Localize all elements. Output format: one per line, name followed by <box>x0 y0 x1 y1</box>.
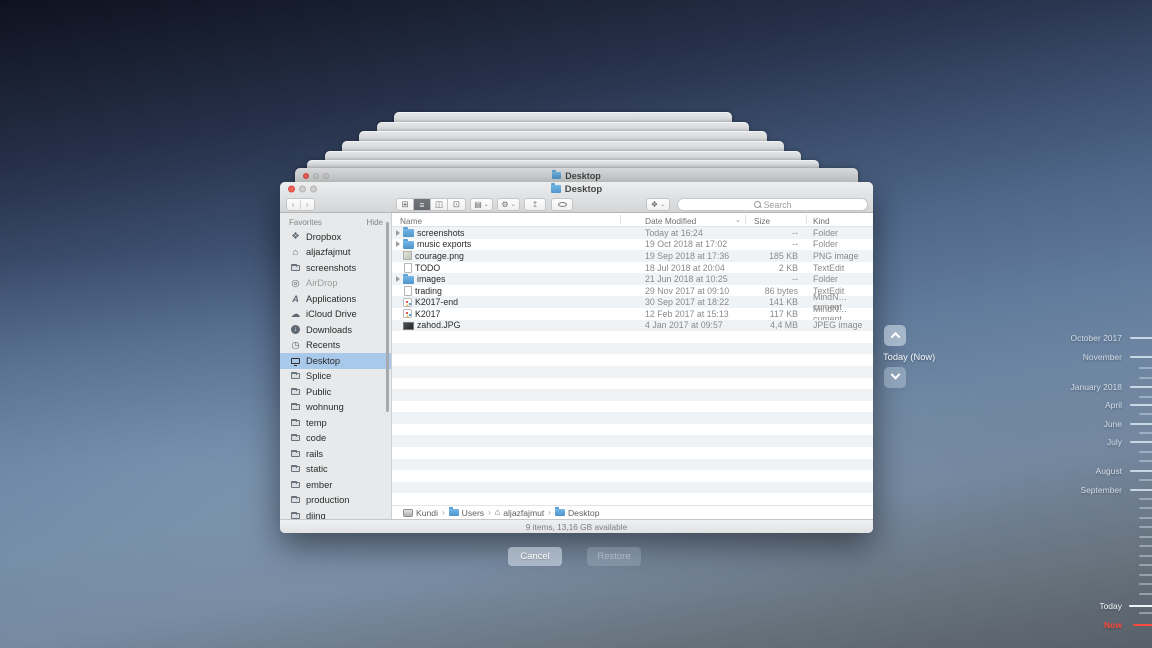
timeline-label[interactable]: July <box>1107 437 1122 447</box>
timeline-tick[interactable] <box>1139 413 1152 415</box>
timeline-tick-november[interactable] <box>1130 356 1152 358</box>
timeline-label[interactable]: November <box>1083 352 1122 362</box>
timeline-tick-october-2017[interactable] <box>1130 337 1152 339</box>
timeline-tick[interactable] <box>1139 377 1152 379</box>
timeline-label[interactable]: September <box>1080 485 1122 495</box>
timeline-label[interactable]: June <box>1104 419 1122 429</box>
timeline-tick-august[interactable] <box>1130 470 1152 472</box>
timeline-tick[interactable] <box>1139 451 1152 453</box>
timeline-tick-july[interactable] <box>1130 441 1152 443</box>
timeline-tick[interactable] <box>1139 555 1152 557</box>
timeline-label[interactable]: August <box>1096 466 1122 476</box>
timeline-tick[interactable] <box>1139 517 1152 519</box>
timeline-label[interactable]: April <box>1105 400 1122 410</box>
timeline-tick[interactable] <box>1139 507 1152 509</box>
timeline-label[interactable]: Today <box>1099 601 1122 611</box>
timeline-tick[interactable] <box>1139 432 1152 434</box>
timeline-tick[interactable] <box>1139 460 1152 462</box>
timeline-tick[interactable] <box>1139 583 1152 585</box>
timeline-tick[interactable] <box>1139 545 1152 547</box>
timeline-label[interactable]: January 2018 <box>1070 382 1122 392</box>
cancel-button[interactable]: Cancel <box>508 547 562 566</box>
timeline-tick[interactable] <box>1139 498 1152 500</box>
timeline-tick[interactable] <box>1139 396 1152 398</box>
timeline-tick-now[interactable] <box>1133 624 1152 626</box>
timeline-tick[interactable] <box>1139 479 1152 481</box>
timeline-tick-today[interactable] <box>1129 605 1152 607</box>
timeline-tick-january-2018[interactable] <box>1130 386 1152 388</box>
restore-button[interactable]: Restore <box>587 547 641 566</box>
timeline-tick[interactable] <box>1139 526 1152 528</box>
timeline-tick[interactable] <box>1139 564 1152 566</box>
timeline-tick[interactable] <box>1139 367 1152 369</box>
timeline-tick-april[interactable] <box>1130 404 1152 406</box>
timeline-tick-september[interactable] <box>1130 489 1152 491</box>
timeline-tick[interactable] <box>1139 574 1152 576</box>
timeline-tick[interactable] <box>1139 593 1152 595</box>
timeline-tick[interactable] <box>1139 612 1152 614</box>
timeline-tick[interactable] <box>1139 536 1152 538</box>
timeline: October 2017 November January 2018 April Jun… <box>0 0 1152 648</box>
timeline-label[interactable]: October 2017 <box>1070 333 1122 343</box>
timeline-tick-june[interactable] <box>1130 423 1152 425</box>
timeline-label[interactable]: Now <box>1104 620 1122 630</box>
